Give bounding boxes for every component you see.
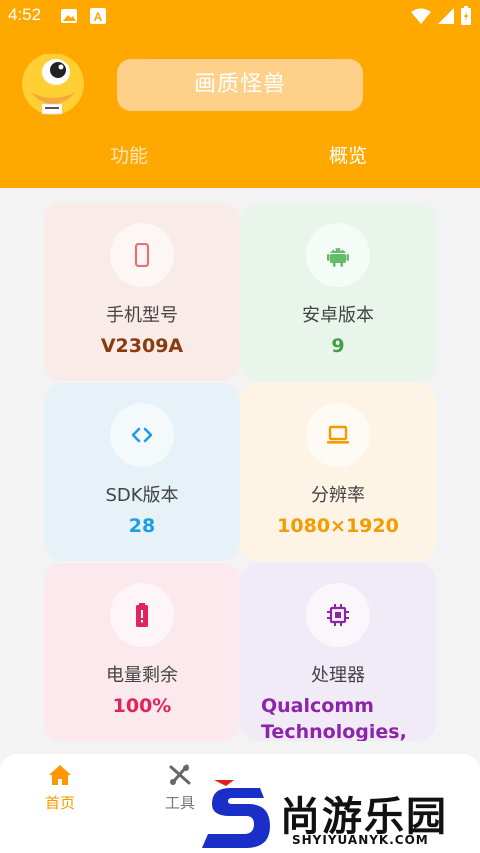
gallery-icon: [61, 9, 77, 23]
battery-icon: [136, 603, 148, 627]
svg-text:A: A: [94, 10, 103, 24]
card-resolution: 分辨率 1080×1920: [240, 383, 436, 561]
home-icon: [49, 765, 71, 785]
icon-circle: [110, 583, 174, 647]
card-label: 手机型号: [106, 305, 178, 326]
app-title[interactable]: 画质怪兽: [117, 59, 363, 111]
card-value: 28: [128, 515, 156, 537]
icon-circle: [110, 223, 174, 287]
icon-circle: [306, 583, 370, 647]
card-value: V2309A: [100, 335, 184, 357]
card-phone-model: 手机型号 V2309A: [44, 203, 240, 381]
watermark-logo: 尚游乐园 SHYIYUANYK.COM: [200, 778, 480, 853]
nav-home-label: 首页: [44, 794, 75, 812]
wifi-icon: [411, 8, 431, 24]
card-label: 处理器: [311, 665, 365, 686]
code-icon: [131, 427, 153, 443]
watermark-s-logo-icon: [202, 780, 270, 848]
status-time: 4:52: [8, 5, 42, 24]
card-value: 100%: [112, 695, 172, 717]
chip-icon: [327, 604, 349, 626]
card-value: 9: [331, 335, 345, 357]
phone-icon: [134, 243, 150, 267]
card-label: SDK版本: [105, 485, 179, 506]
watermark-url: SHYIYUANYK.COM: [292, 833, 429, 847]
battery-status-icon: [461, 6, 471, 25]
header-bar: 4:52 A 画质怪兽 功能 概览: [0, 0, 480, 188]
icon-circle: [110, 403, 174, 467]
card-label: 安卓版本: [302, 305, 374, 326]
notification-a-icon: A: [90, 8, 106, 24]
android-icon: [327, 248, 349, 267]
tab-overview[interactable]: 概览: [329, 141, 367, 168]
card-sdk-version: SDK版本 28: [44, 383, 240, 561]
status-bar: 4:52 A: [0, 0, 480, 32]
monster-avatar-icon: [22, 54, 84, 115]
card-label: 电量剩余: [106, 665, 178, 686]
tools-icon: [169, 764, 191, 785]
card-processor: 处理器 Qualcomm Technologies, Inc MSM8998: [240, 563, 436, 741]
card-android-version: 安卓版本 9: [240, 203, 436, 381]
icon-circle: [306, 223, 370, 287]
card-battery: 电量剩余 100%: [44, 563, 240, 741]
signal-icon: [438, 8, 454, 24]
nav-home[interactable]: 首页: [30, 764, 90, 813]
tab-features[interactable]: 功能: [110, 141, 148, 168]
card-value: Qualcomm Technologies, Inc MSM8998: [261, 695, 407, 741]
card-label: 分辨率: [311, 485, 365, 506]
card-value: 1080×1920: [277, 515, 399, 537]
laptop-icon: [327, 425, 349, 444]
icon-circle: [306, 403, 370, 467]
